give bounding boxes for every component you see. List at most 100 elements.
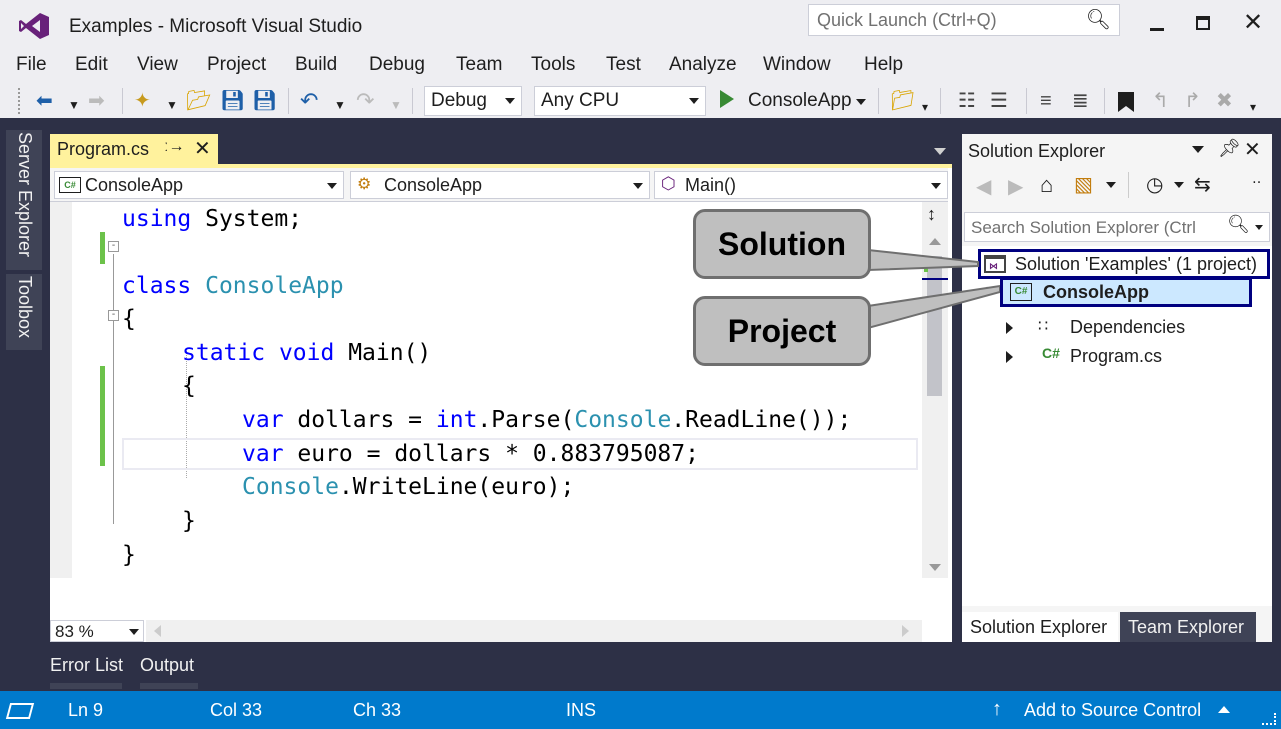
tab-label: Error List: [50, 655, 124, 675]
project-nav-select[interactable]: C# ConsoleApp: [54, 171, 344, 199]
split-icon[interactable]: ↕: [927, 204, 936, 225]
tree-label-dependencies[interactable]: Dependencies: [1070, 317, 1185, 338]
quick-launch-input[interactable]: Quick Launch (Ctrl+Q) 🔍︎: [808, 4, 1120, 36]
menu-view[interactable]: View: [137, 54, 178, 76]
close-panel-icon[interactable]: ✕: [1244, 137, 1261, 162]
redo-dropdown-icon[interactable]: ▼: [390, 94, 402, 116]
uncomment-icon[interactable]: ≣: [1072, 90, 1089, 112]
show-object-browser-icon[interactable]: ☷: [958, 90, 976, 112]
pin-icon[interactable]: 📌︎: [1218, 138, 1241, 159]
code-line: var dollars = int.Parse(Console.ReadLine…: [242, 403, 851, 437]
tab-solution-explorer[interactable]: Solution Explorer: [962, 612, 1118, 642]
forward-icon[interactable]: ▶: [1008, 174, 1023, 199]
collapse-method-icon[interactable]: -: [108, 310, 119, 321]
project-nav-label: ConsoleApp: [85, 175, 184, 195]
tab-team-explorer[interactable]: Team Explorer: [1120, 612, 1256, 642]
menu-debug[interactable]: Debug: [369, 54, 425, 76]
type-nav-select[interactable]: ⚙ ConsoleApp: [350, 171, 650, 199]
side-tab-toolbox[interactable]: Toolbox: [6, 274, 42, 350]
resize-grip-icon[interactable]: [1262, 713, 1276, 725]
collapse-class-icon[interactable]: -: [108, 241, 119, 252]
undo-dropdown-icon[interactable]: ▼: [334, 94, 346, 116]
tree-item-solution[interactable]: ⋈ Solution 'Examples' (1 project): [978, 249, 1270, 279]
comment-out-icon[interactable]: ≡: [1040, 90, 1052, 112]
menu-window[interactable]: Window: [763, 54, 831, 76]
add-to-source-control-button[interactable]: ↑ Add to Source Control: [992, 695, 1238, 725]
tab-program-cs[interactable]: Program.cs ː→ ✕: [50, 134, 218, 164]
side-tab-label: Toolbox: [15, 276, 35, 339]
class-view-icon[interactable]: ☰: [990, 90, 1008, 112]
pin-icon[interactable]: ː→: [164, 138, 184, 156]
back-icon[interactable]: ◀: [976, 174, 991, 199]
horizontal-scrollbar[interactable]: [146, 620, 922, 642]
scroll-right-icon[interactable]: [902, 625, 909, 637]
menu-analyze[interactable]: Analyze: [669, 54, 737, 76]
save-all-icon[interactable]: 💾︎: [252, 90, 277, 112]
navigate-forward-icon[interactable]: ➡: [88, 90, 105, 112]
switch-views-icon[interactable]: ▧: [1074, 172, 1093, 197]
clear-bookmarks-icon[interactable]: ✖: [1216, 90, 1233, 112]
code-token: dollars =: [283, 407, 436, 433]
menu-file[interactable]: File: [16, 54, 47, 76]
open-file-icon[interactable]: 📂︎: [186, 90, 211, 112]
code-line: var euro = dollars * 0.883795087;: [242, 437, 699, 471]
undo-icon[interactable]: ↶: [300, 90, 318, 112]
solution-explorer-search[interactable]: Search Solution Explorer (Ctrl 🔍︎: [964, 212, 1270, 242]
switch-views-dropdown-icon[interactable]: [1106, 182, 1116, 188]
tab-output[interactable]: Output: [140, 651, 200, 691]
scroll-left-icon[interactable]: [154, 625, 161, 637]
back-dropdown-icon[interactable]: ▼: [68, 94, 80, 116]
toolbar-overflow-icon[interactable]: ▾: [922, 96, 928, 118]
callout-project: Project: [693, 296, 871, 366]
maximize-button[interactable]: [1188, 10, 1218, 40]
find-in-files-icon[interactable]: 📁︎: [890, 90, 915, 112]
scroll-down-icon[interactable]: [929, 564, 941, 571]
menu-tools[interactable]: Tools: [531, 54, 575, 76]
side-tab-server-explorer[interactable]: Server Explorer: [6, 130, 42, 270]
redo-icon[interactable]: ↷: [356, 90, 374, 112]
close-window-button[interactable]: ✕: [1238, 8, 1268, 38]
code-line: }: [182, 504, 196, 538]
solution-configuration-select[interactable]: Debug: [424, 86, 522, 116]
filter-dropdown-icon[interactable]: [1174, 182, 1184, 188]
sync-with-active-document-icon[interactable]: ⇆: [1194, 172, 1211, 197]
toolbar-separator: [1104, 88, 1105, 114]
next-bookmark-icon[interactable]: ↱: [1184, 90, 1201, 112]
toolbar-overflow-icon[interactable]: ▾: [1250, 96, 1256, 118]
chevron-down-icon: [327, 183, 337, 189]
menu-help[interactable]: Help: [864, 54, 903, 76]
search-options-icon[interactable]: [1255, 225, 1263, 230]
save-icon[interactable]: 💾︎: [220, 90, 245, 112]
play-icon: [720, 90, 734, 108]
member-nav-select[interactable]: ⬡ Main(): [654, 171, 948, 199]
menu-team[interactable]: Team: [456, 54, 502, 76]
panel-menu-icon[interactable]: [1192, 146, 1204, 153]
code-token: .ReadLine());: [671, 407, 852, 433]
overflow-icon[interactable]: ‥: [1252, 170, 1261, 187]
tree-expand-dependencies-icon[interactable]: [1006, 322, 1013, 334]
notification-icon[interactable]: [5, 703, 35, 719]
navigate-back-icon[interactable]: ⬅: [36, 90, 53, 112]
new-project-icon[interactable]: ✦: [134, 90, 151, 112]
pending-changes-filter-icon[interactable]: ◷: [1146, 172, 1163, 197]
menu-build[interactable]: Build: [295, 54, 337, 76]
menu-edit[interactable]: Edit: [75, 54, 108, 76]
minimize-button[interactable]: [1142, 10, 1172, 40]
chevron-down-icon: [633, 183, 643, 189]
menu-test[interactable]: Test: [606, 54, 641, 76]
menu-project[interactable]: Project: [207, 54, 266, 76]
bookmark-icon[interactable]: [1118, 92, 1134, 112]
close-tab-icon[interactable]: ✕: [194, 136, 211, 161]
tree-label-program[interactable]: Program.cs: [1070, 346, 1162, 367]
start-debugging-button[interactable]: ConsoleApp: [716, 86, 872, 116]
new-project-dropdown-icon[interactable]: ▼: [166, 94, 178, 116]
tree-item-project[interactable]: C# ConsoleApp: [1000, 277, 1252, 307]
tab-error-list[interactable]: Error List: [50, 651, 124, 691]
previous-bookmark-icon[interactable]: ↰: [1152, 90, 1169, 112]
home-icon[interactable]: ⌂: [1040, 172, 1053, 198]
zoom-select[interactable]: 83 %: [50, 620, 144, 642]
status-insert-mode[interactable]: INS: [566, 700, 596, 721]
solution-platform-select[interactable]: Any CPU: [534, 86, 706, 116]
tab-list-dropdown-icon[interactable]: [934, 148, 946, 155]
tree-expand-program-icon[interactable]: [1006, 351, 1013, 363]
